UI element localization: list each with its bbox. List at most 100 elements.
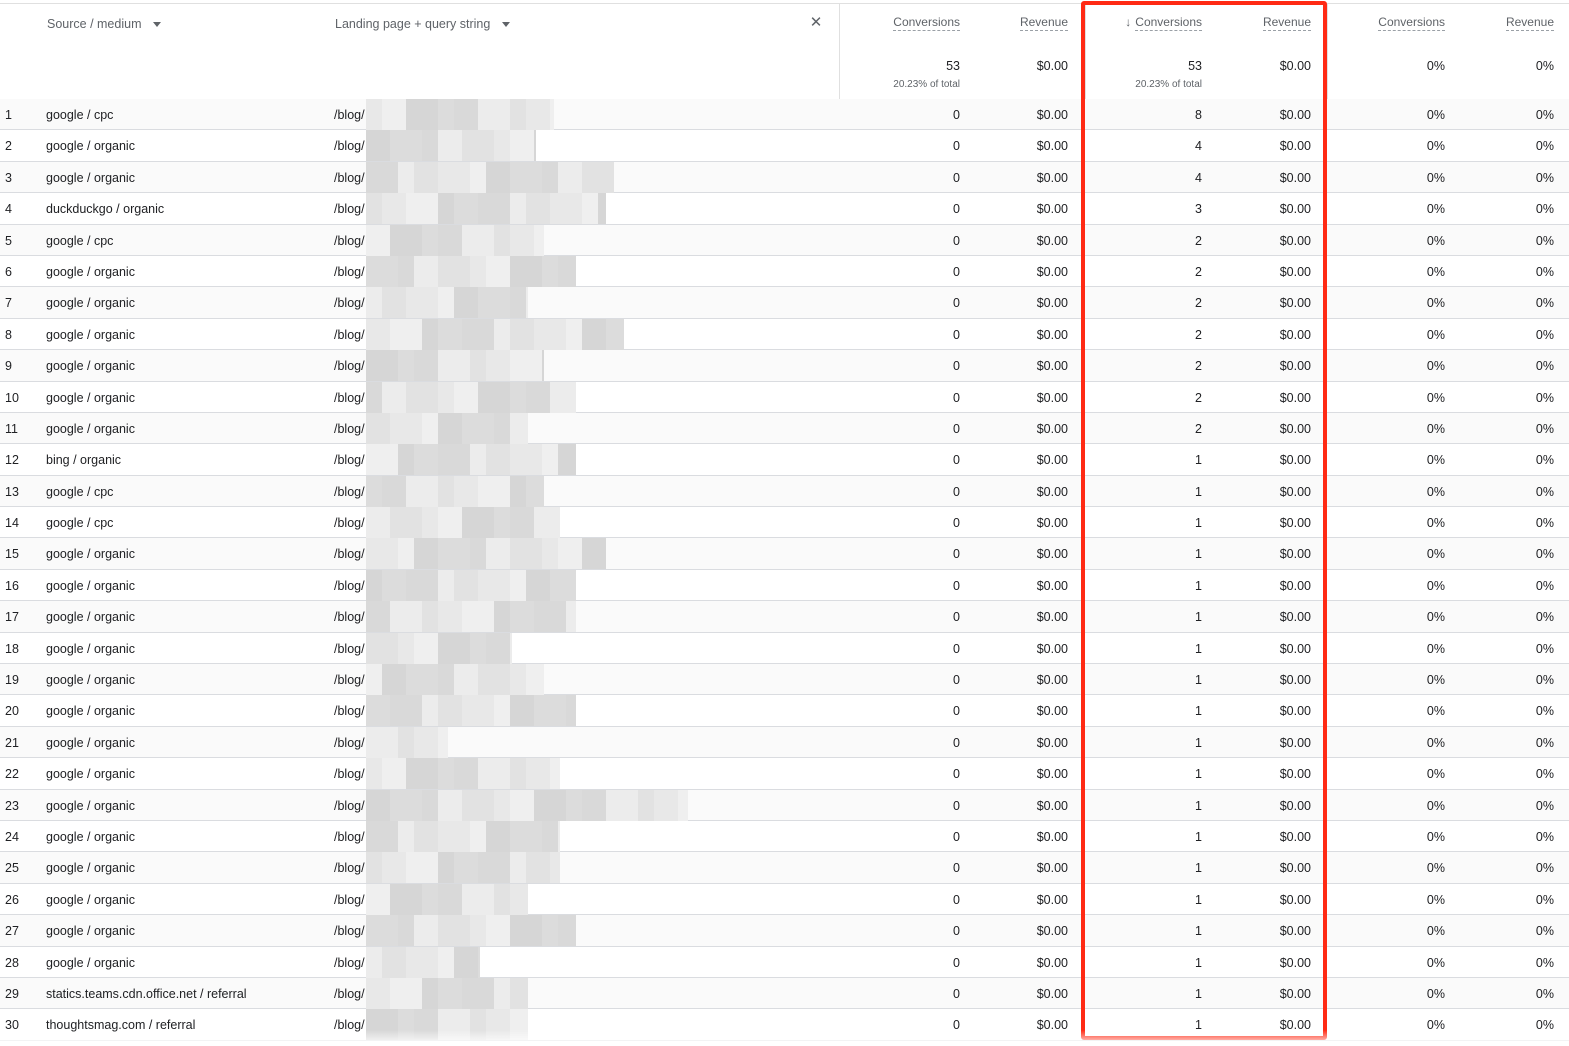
cell-revenue-1: $0.00 bbox=[1036, 861, 1068, 876]
table-row[interactable]: 26 google / organic/blog/0 $0.00 1 $0.00 0% 0% bbox=[0, 883, 1569, 916]
cell-revenue-2: $0.00 bbox=[1279, 421, 1311, 436]
redacted-blur bbox=[366, 632, 740, 664]
table-row[interactable]: 11 google / organic/blog/0 $0.00 2 $0.00 0% 0% bbox=[0, 412, 1569, 445]
redacted-blur bbox=[366, 507, 740, 539]
table-row[interactable]: 17 google / organic/blog/0 $0.00 1 $0.00 0% 0% bbox=[0, 601, 1569, 633]
table-row[interactable]: 9 google / organic/blog/0 $0.00 2 $0.00 0% 0% bbox=[0, 350, 1569, 382]
cell-conversions-3: 0% bbox=[1426, 516, 1445, 531]
cell-revenue-3: 0% bbox=[1535, 421, 1554, 436]
table-row[interactable]: 28 google / organic/blog/0 $0.00 1 $0.00 0% 0% bbox=[0, 946, 1569, 978]
redacted-blur bbox=[366, 883, 740, 915]
table-row[interactable]: 20 google / organic/blog/0 $0.00 1 $0.00 0% 0% bbox=[0, 695, 1569, 727]
redacted-blur bbox=[366, 789, 740, 821]
table-row[interactable]: 13 google / cpc/blog/0 $0.00 1 $0.00 0% 0% bbox=[0, 475, 1569, 508]
landing-page-cell: /blog/ bbox=[334, 829, 365, 844]
table-row[interactable]: 15 google / organic/blog/0 $0.00 1 $0.00 0% 0% bbox=[0, 538, 1569, 570]
caret-down-icon bbox=[153, 21, 162, 27]
header-revenue-1[interactable]: Revenue bbox=[990, 15, 1068, 31]
redacted-blur bbox=[366, 412, 740, 444]
total-revenue-1: $0.00 bbox=[1036, 59, 1068, 73]
cell-revenue-2: $0.00 bbox=[1279, 735, 1311, 750]
table-row[interactable]: 23 google / organic/blog/0 $0.00 1 $0.00 0% 0% bbox=[0, 789, 1569, 821]
landing-page-cell: /blog/ bbox=[334, 264, 365, 279]
total-conversions-1-pct: 20.23% of total bbox=[893, 79, 960, 90]
table-row[interactable]: 3 google / organic/blog/0 $0.00 4 $0.00 0% 0% bbox=[0, 161, 1569, 194]
row-index: 21 bbox=[5, 735, 19, 750]
cell-conversions-2: 1 bbox=[1195, 578, 1202, 593]
row-index: 22 bbox=[5, 767, 19, 782]
header-revenue-3[interactable]: Revenue bbox=[1474, 15, 1554, 31]
landing-page-dimension-header[interactable]: Landing page + query string bbox=[335, 17, 511, 31]
landing-page-cell: /blog/ bbox=[334, 233, 365, 248]
cell-revenue-1: $0.00 bbox=[1036, 170, 1068, 185]
source-medium-cell: google / organic bbox=[46, 861, 135, 876]
cell-revenue-2: $0.00 bbox=[1279, 578, 1311, 593]
cell-conversions-2: 1 bbox=[1195, 829, 1202, 844]
cell-revenue-1: $0.00 bbox=[1036, 547, 1068, 562]
landing-page-cell: /blog/ bbox=[334, 327, 365, 342]
cell-conversions-2: 3 bbox=[1195, 202, 1202, 217]
table-row[interactable]: 16 google / organic/blog/0 $0.00 1 $0.00 0% 0% bbox=[0, 569, 1569, 602]
cell-revenue-3: 0% bbox=[1535, 673, 1554, 688]
cell-revenue-1: $0.00 bbox=[1036, 233, 1068, 248]
cell-conversions-1: 0 bbox=[953, 861, 960, 876]
cell-revenue-1: $0.00 bbox=[1036, 202, 1068, 217]
source-medium-label: Source / medium bbox=[47, 17, 142, 31]
landing-page-cell: /blog/ bbox=[334, 484, 365, 499]
cell-revenue-2: $0.00 bbox=[1279, 861, 1311, 876]
cell-conversions-2: 1 bbox=[1195, 986, 1202, 1001]
cell-revenue-3: 0% bbox=[1535, 264, 1554, 279]
cell-conversions-1: 0 bbox=[953, 610, 960, 625]
cell-conversions-3: 0% bbox=[1426, 924, 1445, 939]
table-row[interactable]: 12 bing / organic/blog/0 $0.00 1 $0.00 0% 0% bbox=[0, 444, 1569, 476]
row-index: 28 bbox=[5, 955, 19, 970]
cell-revenue-1: $0.00 bbox=[1036, 955, 1068, 970]
row-index: 7 bbox=[5, 296, 12, 311]
cell-revenue-1: $0.00 bbox=[1036, 829, 1068, 844]
cell-revenue-2: $0.00 bbox=[1279, 516, 1311, 531]
cell-revenue-1: $0.00 bbox=[1036, 139, 1068, 154]
cell-conversions-1: 0 bbox=[953, 986, 960, 1001]
table-row[interactable]: 1 google / cpc/blog/0 $0.00 8 $0.00 0% 0% bbox=[0, 99, 1569, 131]
table-body: 1 google / cpc/blog/0 $0.00 8 $0.00 0% 0% 2 goog… bbox=[0, 99, 1569, 1041]
table-row[interactable]: 22 google / organic/blog/0 $0.00 1 $0.00 0% 0% bbox=[0, 758, 1569, 790]
cell-conversions-1: 0 bbox=[953, 767, 960, 782]
cell-conversions-3: 0% bbox=[1426, 421, 1445, 436]
close-icon[interactable]: ✕ bbox=[806, 13, 826, 33]
table-row[interactable]: 2 google / organic/blog/0 $0.00 4 $0.00 0% 0% bbox=[0, 130, 1569, 162]
header-revenue-2[interactable]: Revenue bbox=[1232, 15, 1311, 31]
header-conversions-2-sorted[interactable]: ↓ Conversions bbox=[1102, 15, 1202, 31]
cell-revenue-3: 0% bbox=[1535, 955, 1554, 970]
source-medium-cell: google / organic bbox=[46, 767, 135, 782]
row-index: 19 bbox=[5, 673, 19, 688]
cell-revenue-2: $0.00 bbox=[1279, 264, 1311, 279]
table-row[interactable]: 8 google / organic/blog/0 $0.00 2 $0.00 0% 0% bbox=[0, 318, 1569, 351]
cell-revenue-1: $0.00 bbox=[1036, 892, 1068, 907]
table-row[interactable]: 27 google / organic/blog/0 $0.00 1 $0.00 0% 0% bbox=[0, 915, 1569, 947]
cell-conversions-2: 1 bbox=[1195, 955, 1202, 970]
table-row[interactable]: 19 google / organic/blog/0 $0.00 1 $0.00 0% 0% bbox=[0, 664, 1569, 696]
table-row[interactable]: 6 google / organic/blog/0 $0.00 2 $0.00 0% 0% bbox=[0, 255, 1569, 288]
table-row[interactable]: 10 google / organic/blog/0 $0.00 2 $0.00 0% 0% bbox=[0, 381, 1569, 413]
cell-revenue-1: $0.00 bbox=[1036, 516, 1068, 531]
cell-conversions-1: 0 bbox=[953, 924, 960, 939]
cell-revenue-1: $0.00 bbox=[1036, 986, 1068, 1001]
header-conversions-3[interactable]: Conversions bbox=[1364, 15, 1445, 31]
cell-conversions-1: 0 bbox=[953, 296, 960, 311]
cell-conversions-2: 2 bbox=[1195, 327, 1202, 342]
redacted-blur bbox=[366, 664, 740, 696]
table-row[interactable]: 4 duckduckgo / organic/blog/0 $0.00 3 $0.00 0… bbox=[0, 193, 1569, 225]
header-conversions-1[interactable]: Conversions bbox=[880, 15, 960, 31]
table-row[interactable]: 25 google / organic/blog/0 $0.00 1 $0.00 0% 0% bbox=[0, 852, 1569, 884]
table-row[interactable]: 21 google / organic/blog/0 $0.00 1 $0.00 0% 0% bbox=[0, 726, 1569, 759]
table-row[interactable]: 18 google / organic/blog/0 $0.00 1 $0.00 0% 0% bbox=[0, 632, 1569, 665]
landing-page-cell: /blog/ bbox=[334, 735, 365, 750]
table-row[interactable]: 24 google / organic/blog/0 $0.00 1 $0.00 0% 0% bbox=[0, 820, 1569, 853]
cell-conversions-1: 0 bbox=[953, 421, 960, 436]
source-medium-dimension-header[interactable]: Source / medium bbox=[47, 17, 162, 31]
cell-revenue-3: 0% bbox=[1535, 641, 1554, 656]
table-row[interactable]: 7 google / organic/blog/0 $0.00 2 $0.00 0% 0% bbox=[0, 287, 1569, 319]
table-row[interactable]: 5 google / cpc/blog/0 $0.00 2 $0.00 0% 0% bbox=[0, 224, 1569, 256]
table-row[interactable]: 29 statics.teams.cdn.office.net / referra… bbox=[0, 977, 1569, 1010]
table-row[interactable]: 14 google / cpc/blog/0 $0.00 1 $0.00 0% 0% bbox=[0, 507, 1569, 539]
